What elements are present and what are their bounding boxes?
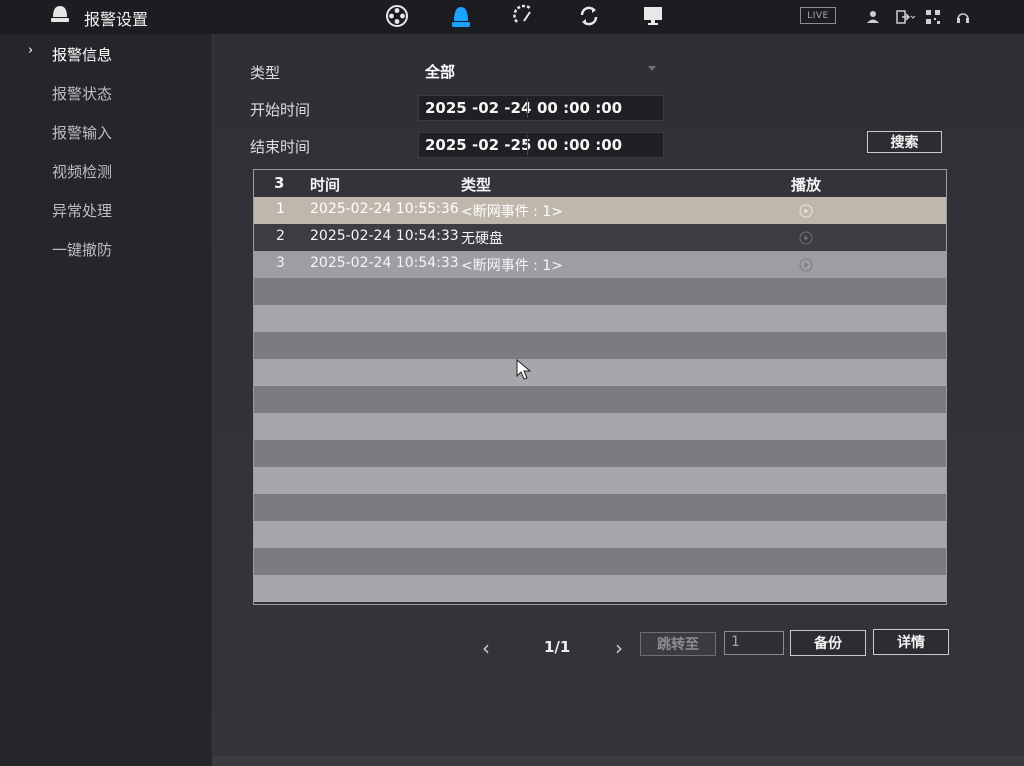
- table-row[interactable]: 1 2025-02-24 10:55:36 <断网事件 : 1>: [254, 197, 946, 224]
- table-row[interactable]: 2 2025-02-24 10:54:33 无硬盘: [254, 224, 946, 251]
- row-type: <断网事件 : 1>: [461, 258, 563, 274]
- end-date[interactable]: 2025 -02 -25: [425, 136, 531, 154]
- sidebar-item-exception-handling[interactable]: 异常处理: [52, 200, 112, 221]
- user-icon[interactable]: [866, 9, 880, 23]
- empty-row: [254, 332, 946, 359]
- row-type: <断网事件 : 1>: [461, 204, 563, 220]
- empty-row: [254, 548, 946, 575]
- chevron-down-icon: [648, 66, 656, 71]
- sidebar-item-alarm-status[interactable]: 报警状态: [52, 83, 112, 104]
- sidebar-item-alarm-info[interactable]: 报警信息: [52, 44, 112, 65]
- play-icon[interactable]: [799, 257, 813, 272]
- play-icon[interactable]: [799, 203, 813, 218]
- refresh-icon[interactable]: [576, 3, 602, 29]
- search-button[interactable]: 搜索: [867, 131, 942, 153]
- column-header-type: 类型: [461, 176, 492, 194]
- start-time-label: 开始时间: [250, 101, 311, 119]
- play-icon[interactable]: [799, 230, 813, 245]
- row-index: 1: [276, 201, 285, 217]
- backup-button[interactable]: 备份: [790, 630, 866, 656]
- empty-row: [254, 413, 946, 440]
- record-count: 3: [274, 174, 285, 192]
- empty-row: [254, 575, 946, 602]
- empty-row: [254, 494, 946, 521]
- row-index: 3: [276, 255, 285, 271]
- jump-to-button[interactable]: 跳转至: [640, 632, 716, 656]
- row-time: 2025-02-24 10:54:33: [310, 228, 459, 244]
- row-time: 2025-02-24 10:54:33: [310, 255, 459, 271]
- end-time[interactable]: 00 :00 :00: [537, 136, 622, 154]
- qr-icon[interactable]: [926, 9, 940, 24]
- alarm-bell-icon[interactable]: [448, 3, 474, 29]
- gauge-icon[interactable]: [512, 3, 538, 29]
- row-index: 2: [276, 228, 285, 244]
- main-nav: [384, 3, 666, 29]
- field-divider: [527, 135, 528, 155]
- empty-row: [254, 278, 946, 305]
- live-button[interactable]: LIVE: [800, 7, 836, 24]
- empty-row: [254, 305, 946, 332]
- column-header-time: 时间: [310, 176, 341, 194]
- next-page-button[interactable]: ›: [615, 636, 623, 660]
- empty-row: [254, 386, 946, 413]
- empty-row: [254, 359, 946, 386]
- logout-icon[interactable]: [896, 9, 916, 24]
- empty-row: [254, 521, 946, 548]
- monitor-icon[interactable]: [640, 3, 666, 29]
- mouse-cursor-icon: [516, 358, 532, 385]
- sidebar-item-video-detection[interactable]: 视频检测: [52, 161, 112, 182]
- start-datetime-field[interactable]: 2025 -02 -24 00 :00 :00: [418, 95, 664, 121]
- type-label: 类型: [250, 64, 281, 82]
- empty-row: [254, 467, 946, 494]
- sidebar-item-alarm-input[interactable]: 报警输入: [52, 122, 112, 143]
- alarm-log-table: 3 时间 类型 播放 1 2025-02-24 10:55:36 <断网事件 :…: [253, 169, 947, 605]
- end-time-label: 结束时间: [250, 138, 311, 156]
- sidebar: › 报警信息 报警状态 报警输入 视频检测 异常处理 一键撤防: [0, 34, 213, 766]
- chevron-right-icon: ›: [28, 43, 34, 58]
- type-select[interactable]: 全部: [418, 59, 662, 81]
- row-time: 2025-02-24 10:55:36: [310, 201, 459, 217]
- page-indicator: 1/1: [544, 638, 571, 656]
- end-datetime-field[interactable]: 2025 -02 -25 00 :00 :00: [418, 132, 664, 158]
- top-bar: 报警设置 LIVE: [0, 0, 1024, 34]
- page-title: 报警设置: [84, 10, 149, 29]
- column-header-playback: 播放: [791, 176, 822, 194]
- type-select-value: 全部: [425, 63, 456, 81]
- headset-icon[interactable]: [956, 9, 970, 23]
- page-number-input[interactable]: 1: [724, 631, 784, 655]
- film-reel-icon[interactable]: [384, 3, 410, 29]
- prev-page-button[interactable]: ‹: [482, 636, 490, 660]
- empty-row: [254, 440, 946, 467]
- start-time[interactable]: 00 :00 :00: [537, 99, 622, 117]
- row-type: 无硬盘: [461, 231, 503, 247]
- bottom-bar: [213, 756, 1024, 766]
- table-row[interactable]: 3 2025-02-24 10:54:33 <断网事件 : 1>: [254, 251, 946, 278]
- table-header: 3 时间 类型 播放: [254, 170, 946, 196]
- alarm-light-icon: [48, 3, 72, 25]
- details-button[interactable]: 详情: [873, 629, 949, 655]
- field-divider: [527, 98, 528, 118]
- start-date[interactable]: 2025 -02 -24: [425, 99, 531, 117]
- sidebar-item-one-key-disarm[interactable]: 一键撤防: [52, 239, 112, 260]
- header-actions: [866, 9, 970, 24]
